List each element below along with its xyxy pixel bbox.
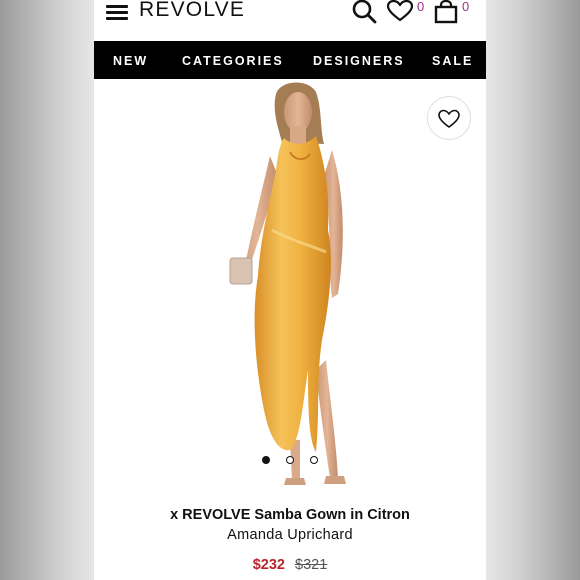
original-price: $321 (295, 557, 328, 573)
wishlist-count: 0 (417, 0, 425, 14)
search-icon[interactable] (351, 0, 379, 24)
carousel-dot-2[interactable] (286, 456, 294, 464)
cart-count: 0 (462, 0, 470, 14)
product-title: x REVOLVE Samba Gown in Citron (170, 507, 410, 523)
revolve-logo[interactable]: REVOLVE (139, 0, 245, 22)
top-bar: REVOLVE 0 0 (94, 0, 486, 40)
heart-icon[interactable] (387, 0, 413, 22)
carousel-dot-1[interactable] (262, 456, 270, 464)
model-photo (229, 82, 346, 485)
price-row: $232 $321 (94, 557, 486, 573)
add-to-wishlist-button[interactable] (427, 96, 471, 140)
product-image[interactable] (94, 80, 486, 500)
menu-icon[interactable] (106, 3, 130, 20)
carousel-dot-3[interactable] (310, 456, 318, 464)
category-nav: NEW CATEGORIES DESIGNERS SALE (94, 41, 486, 79)
nav-designers[interactable]: DESIGNERS (313, 54, 405, 68)
nav-sale[interactable]: SALE (432, 54, 473, 68)
shopping-bag-icon[interactable] (433, 0, 459, 24)
nav-new[interactable]: NEW (113, 54, 148, 68)
product-designer[interactable]: Amanda Uprichard (94, 527, 486, 543)
nav-categories[interactable]: CATEGORIES (182, 54, 284, 68)
sale-price: $232 (252, 557, 285, 573)
product-page: REVOLVE 0 0 NEW CATEGORIES DESIGNERS SAL… (94, 0, 486, 580)
